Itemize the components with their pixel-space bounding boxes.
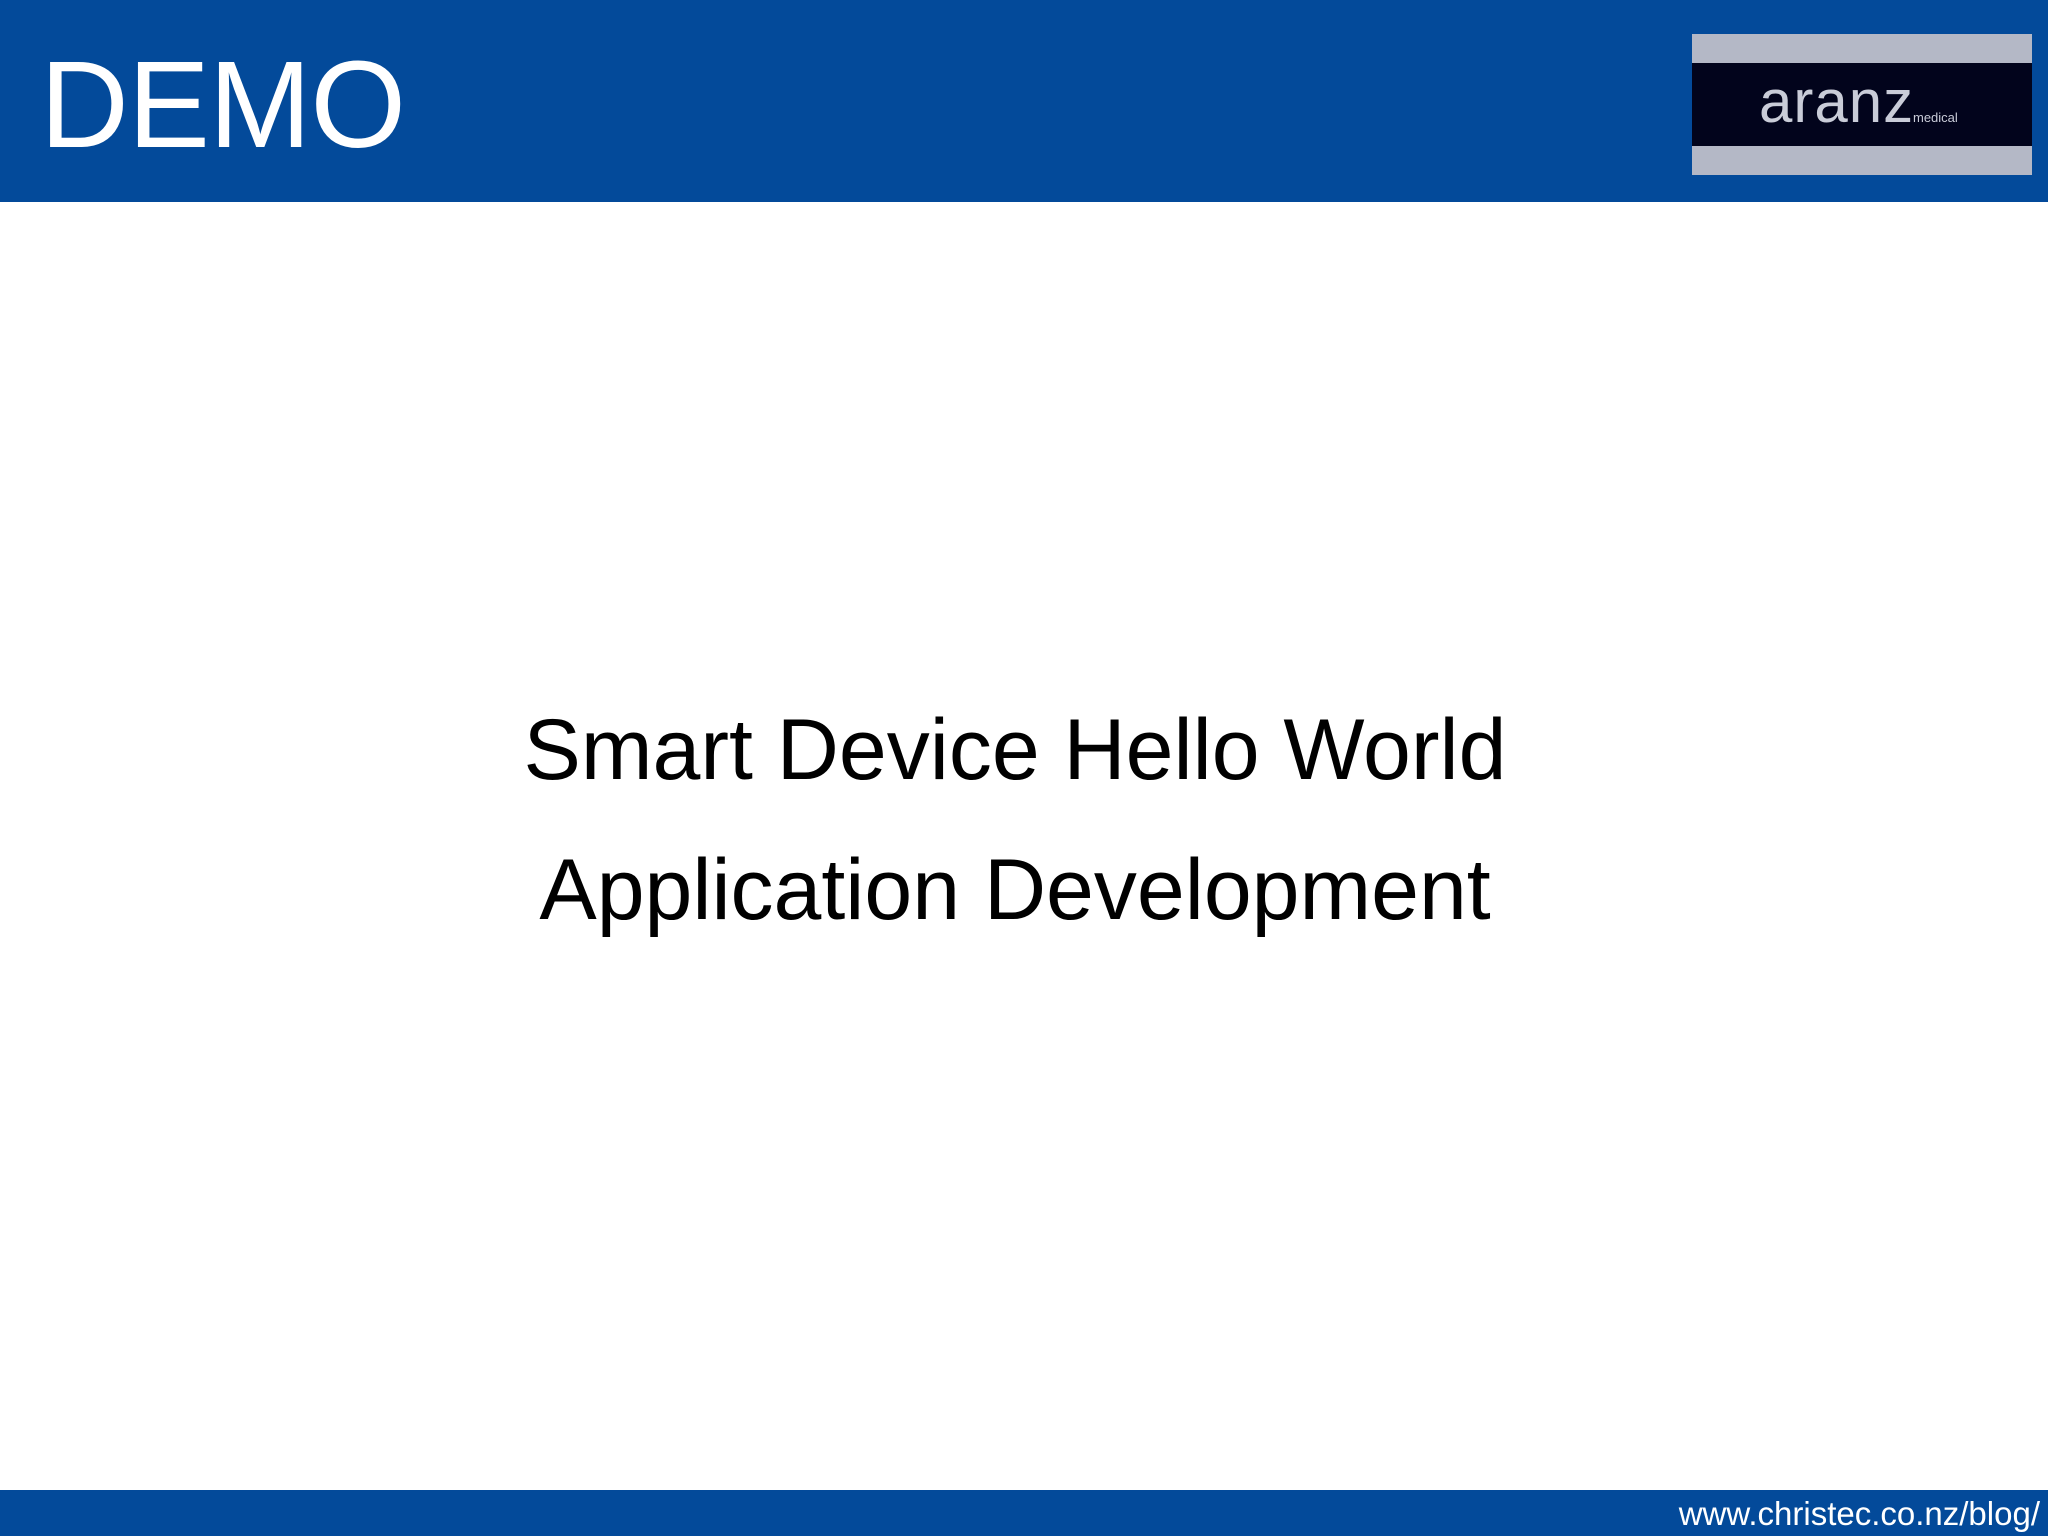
- body-line-1: Smart Device Hello World: [523, 702, 1507, 798]
- footer-bar: www.christec.co.nz/blog/: [0, 1490, 2048, 1536]
- logo-subtext: medical: [1913, 110, 1958, 125]
- aranz-logo: aranz medical: [1692, 34, 2032, 175]
- logo-wordmark: aranz: [1759, 68, 1915, 135]
- logo-panel: aranz medical: [1692, 63, 2032, 146]
- slide-body: Smart Device Hello World Application Dev…: [0, 680, 2030, 960]
- header-bar: DEMO aranz medical: [0, 0, 2048, 202]
- slide-title: DEMO: [40, 37, 406, 174]
- footer-url: www.christec.co.nz/blog/: [1678, 1495, 2040, 1532]
- body-line-2: Application Development: [539, 842, 1491, 938]
